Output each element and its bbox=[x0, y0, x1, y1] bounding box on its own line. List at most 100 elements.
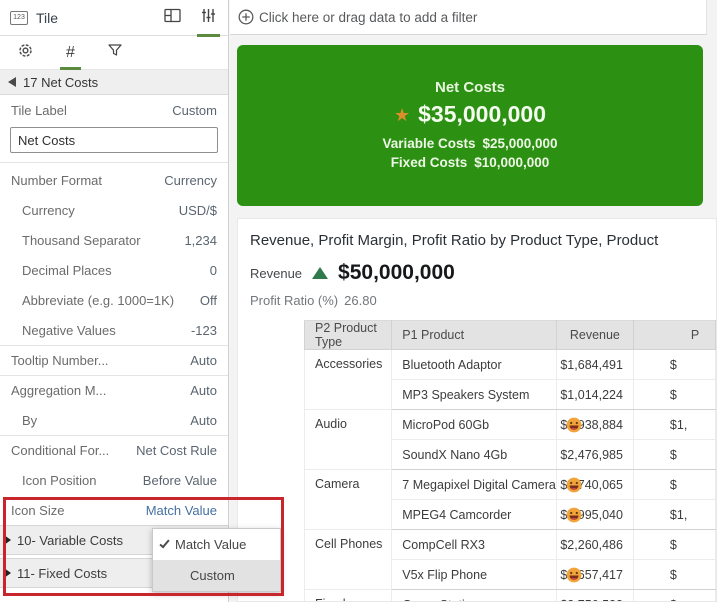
property-value[interactable]: Auto bbox=[190, 383, 217, 398]
funnel-icon bbox=[107, 43, 123, 63]
property-value[interactable]: Custom bbox=[172, 103, 217, 118]
column-header[interactable]: P1 Product bbox=[391, 320, 557, 350]
property-label: Tile Label bbox=[11, 102, 67, 118]
column-header[interactable]: P2 Product Type bbox=[303, 320, 393, 350]
tab-values[interactable]: # bbox=[60, 36, 81, 70]
property-value[interactable]: Match Value bbox=[146, 503, 217, 518]
filter-bar[interactable]: Click here or drag data to add a filter bbox=[230, 0, 707, 35]
property-row-conditional-formatting[interactable]: Conditional For... Net Cost Rule bbox=[0, 435, 228, 465]
dropdown-item-custom[interactable]: Custom bbox=[153, 560, 280, 591]
up-triangle-icon bbox=[312, 267, 329, 279]
property-row-icon-position[interactable]: Icon Position Before Value bbox=[0, 465, 228, 495]
product-cell[interactable]: SoundX Nano 4Gb bbox=[391, 439, 557, 470]
property-row-number-format[interactable]: Number Format Currency bbox=[0, 165, 228, 195]
measure-section-header[interactable]: 17 Net Costs bbox=[0, 70, 228, 95]
property-value[interactable]: 1,234 bbox=[184, 233, 217, 248]
revenue-cell[interactable]: $2,756,523 bbox=[555, 589, 634, 601]
product-cell[interactable]: MPEG4 Camcorder bbox=[391, 499, 557, 530]
product-cell[interactable]: Game Station bbox=[391, 589, 557, 601]
property-value[interactable]: USD/$ bbox=[179, 203, 217, 218]
product-type-cell[interactable]: Camera bbox=[303, 469, 393, 530]
table-row: Camera 7 Megapixel Digital Camera $3,740,0… bbox=[303, 469, 716, 530]
property-row-tooltip-number-format[interactable]: Tooltip Number... Auto bbox=[0, 345, 228, 375]
property-value[interactable]: Before Value bbox=[143, 473, 217, 488]
product-type-cell[interactable]: Accessories bbox=[303, 349, 393, 410]
revenue-cell[interactable]: $3,657,417 bbox=[555, 559, 634, 590]
expand-arrow-icon bbox=[4, 535, 11, 545]
clipped-value-cell: $ bbox=[632, 379, 716, 410]
property-label: By bbox=[22, 412, 38, 428]
table-row: Accessories Bluetooth Adaptor $1,684,491 $ bbox=[303, 349, 716, 410]
clipped-value-cell: $1, bbox=[632, 409, 716, 440]
tile-name-input-wrap bbox=[0, 125, 228, 160]
property-label: Negative Values bbox=[22, 322, 116, 338]
product-type-cell[interactable]: Audio bbox=[303, 409, 393, 470]
property-row-tile-label[interactable]: Tile Label Custom bbox=[0, 95, 228, 125]
column-header[interactable]: Revenue bbox=[555, 320, 634, 350]
product-type-cell[interactable]: Cell Phones bbox=[303, 529, 393, 590]
layout-icon bbox=[164, 8, 181, 28]
revenue-cell[interactable]: $3,995,040 bbox=[555, 499, 634, 530]
clipped-value-cell: $ bbox=[632, 589, 716, 601]
sidebar-header: 123 Tile bbox=[0, 0, 228, 37]
properties-sidebar: 123 Tile # 17 Net Costs Tile Label Custo… bbox=[0, 0, 284, 602]
star-icon: ★ bbox=[393, 104, 411, 125]
product-cell[interactable]: 7 Megapixel Digital Camera bbox=[391, 469, 557, 500]
revenue-cell[interactable]: $2,260,486 bbox=[555, 529, 634, 560]
product-cell[interactable]: CompCell RX3 bbox=[391, 529, 557, 560]
kpi-value: $50,000,000 bbox=[338, 261, 455, 284]
revenue-cell[interactable]: $3,740,065 bbox=[555, 469, 634, 500]
property-value[interactable]: Off bbox=[200, 293, 217, 308]
property-row-by[interactable]: By Auto bbox=[0, 405, 228, 435]
property-row-thousand-separator[interactable]: Thousand Separator 1,234 bbox=[0, 225, 228, 255]
tile-title: Net Costs bbox=[434, 79, 505, 96]
collapse-caret-icon bbox=[8, 77, 16, 87]
revenue-cell[interactable]: $2,476,985 bbox=[555, 439, 634, 470]
clipped-value-cell: $ bbox=[632, 439, 716, 470]
net-costs-tile-viz[interactable]: Net Costs ★ $35,000,000 Variable Costs $2… bbox=[237, 45, 703, 206]
rule-section-label: 10- Variable Costs bbox=[17, 532, 123, 548]
grammar-panel-button[interactable] bbox=[162, 0, 183, 36]
property-value[interactable]: Auto bbox=[190, 413, 217, 428]
clipped-value-cell: $ bbox=[632, 559, 716, 590]
property-label: Icon Position bbox=[22, 472, 97, 488]
properties-panel-button[interactable] bbox=[197, 0, 220, 37]
property-row-aggregation-method[interactable]: Aggregation M... Auto bbox=[0, 375, 228, 405]
properties-tab-strip: # bbox=[0, 36, 228, 70]
icon-size-dropdown-menu: Match Value Custom bbox=[152, 528, 281, 592]
revenue-cell[interactable]: $4,938,884 bbox=[555, 409, 634, 440]
property-row-currency[interactable]: Currency USD/$ bbox=[0, 195, 228, 225]
product-cell[interactable]: MicroPod 60Gb bbox=[391, 409, 557, 440]
tile-123-icon: 123 bbox=[10, 10, 28, 25]
table-viz-card[interactable]: Revenue, Profit Margin, Profit Ratio by … bbox=[237, 218, 717, 602]
table-header-row: P2 Product Type P1 Product Revenue P bbox=[303, 320, 716, 350]
property-value[interactable]: -123 bbox=[191, 323, 217, 338]
clipped-value-cell: $ bbox=[632, 469, 716, 500]
divider bbox=[0, 162, 228, 163]
product-cell[interactable]: Bluetooth Adaptor bbox=[391, 349, 557, 380]
property-row-icon-size[interactable]: Icon Size Match Value bbox=[0, 495, 228, 525]
tile-name-input[interactable] bbox=[10, 127, 218, 153]
revenue-cell[interactable]: $1,014,224 bbox=[555, 379, 634, 410]
tab-general[interactable] bbox=[14, 36, 37, 70]
revenue-cell[interactable]: $1,684,491 bbox=[555, 349, 634, 380]
property-row-decimal-places[interactable]: Decimal Places 0 bbox=[0, 255, 228, 285]
property-value[interactable]: Currency bbox=[164, 173, 217, 188]
tab-filters[interactable] bbox=[104, 36, 126, 70]
product-type-cell[interactable]: Fixed bbox=[303, 589, 393, 601]
property-row-negative-values[interactable]: Negative Values -123 bbox=[0, 315, 228, 345]
property-label: Conditional For... bbox=[11, 443, 110, 458]
panel-title: Tile bbox=[36, 9, 59, 26]
gear-icon bbox=[17, 42, 34, 64]
property-value[interactable]: 0 bbox=[210, 263, 217, 278]
property-value[interactable]: Auto bbox=[190, 353, 217, 368]
product-cell[interactable]: V5x Flip Phone bbox=[391, 559, 557, 590]
property-label: Tooltip Number... bbox=[11, 353, 109, 368]
property-label: Thousand Separator bbox=[22, 232, 141, 248]
dropdown-item-match-value[interactable]: Match Value bbox=[153, 529, 280, 560]
product-cell[interactable]: MP3 Speakers System bbox=[391, 379, 557, 410]
property-row-abbreviate[interactable]: Abbreviate (e.g. 1000=1K) Off bbox=[0, 285, 228, 315]
property-value[interactable]: Net Cost Rule bbox=[136, 443, 217, 458]
viz-title: Revenue, Profit Margin, Profit Ratio by … bbox=[250, 232, 659, 249]
property-list: Number Format Currency Currency USD/$ Thousa… bbox=[0, 165, 228, 525]
